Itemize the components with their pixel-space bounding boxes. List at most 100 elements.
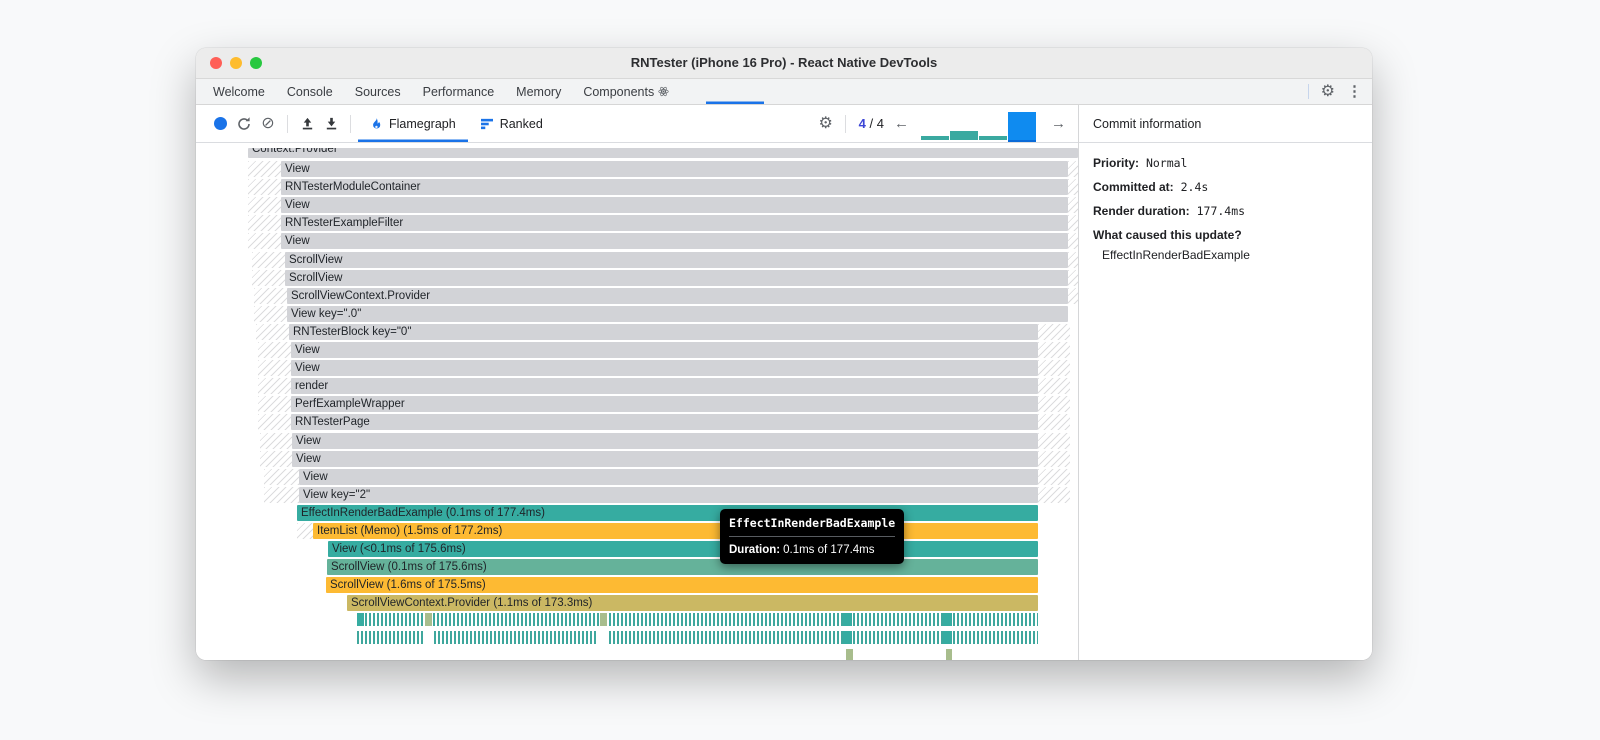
tab-console[interactable]: Console [276,79,344,104]
flame-bar[interactable]: render [291,378,1038,394]
profiler-toolbar: ⊘ Flamegraph Ranked ⚙ 4 / 4 ← → [196,105,1078,143]
tab-label: Components [583,84,655,99]
tab-sources[interactable]: Sources [344,79,412,104]
flame-bar[interactable]: RNTesterBlock key="0" [289,324,1038,340]
flame-bar[interactable]: View [281,197,1068,213]
commit-bar-1[interactable] [921,135,949,140]
flame-hatch-right [1038,451,1070,467]
flame-micro-bar-solid[interactable] [600,613,607,626]
flame-bar[interactable]: View [291,342,1038,358]
flame-bar[interactable]: ScrollView [285,270,1068,286]
tab-profiler[interactable] [706,79,764,104]
flame-bar[interactable]: RNTesterModuleContainer [281,179,1068,195]
field-value: Normal [1139,156,1188,170]
tab-flamegraph[interactable]: Flamegraph [358,105,468,142]
flame-micro-bar-solid[interactable] [843,613,852,626]
flame-micro-bars[interactable] [609,631,1038,644]
settings-gear-icon[interactable]: ⚙ [1321,83,1335,100]
flame-bar[interactable]: RNTesterExampleFilter [281,215,1068,231]
tooltip-duration-label: Duration: [729,544,781,556]
tabs-container: Welcome Console Sources Performance Memory Co… [202,79,764,104]
flame-bar[interactable]: EffectInRenderBadExample (0.1ms of 177.4… [297,505,1038,521]
commit-cause: What caused this update? EffectInRenderB… [1093,228,1358,262]
flame-micro-bar-solid[interactable] [943,631,952,644]
flame-bar-label: View [285,163,310,175]
flame-bar[interactable]: Context.Provider [248,148,1078,158]
tab-components[interactable]: Components [572,79,680,104]
toolbar-divider [350,114,351,133]
flame-hatch-left [256,324,289,340]
flame-micro-bars[interactable] [357,613,1038,626]
flame-bar-label: Context.Provider [252,148,338,155]
flame-micro-bar-solid[interactable] [843,631,852,644]
flame-leaf-bar[interactable] [946,649,952,660]
devtools-tab-bar: Welcome Console Sources Performance Memory Co… [196,79,1372,105]
kebab-menu-icon[interactable]: ⋮ [1347,84,1362,99]
reload-profile-button[interactable] [232,112,256,136]
flame-hatch-right [1068,233,1078,249]
flame-bar[interactable]: View [281,161,1068,177]
next-commit-button[interactable]: → [1047,115,1070,132]
flame-micro-bar-solid[interactable] [357,613,364,626]
flame-bar[interactable]: View [291,360,1038,376]
flame-bar[interactable]: ScrollView (0.1ms of 175.6ms) [327,559,1038,575]
flame-hatch-left [248,161,281,177]
flame-hatch-right [1038,342,1070,358]
commit-navigator: ⚙ 4 / 4 ← → [814,108,1070,140]
toolbar-divider [287,114,288,133]
flame-bar[interactable]: RNTesterPage [291,414,1038,430]
flame-bar[interactable]: View (<0.1ms of 175.6ms) [328,541,1038,557]
profiler-settings-button[interactable]: ⚙ [814,112,838,136]
prev-commit-button[interactable]: ← [890,115,913,132]
clear-profile-button[interactable]: ⊘ [256,112,280,136]
tab-memory[interactable]: Memory [505,79,572,104]
commit-info-field: Committed at: 2.4s [1093,180,1358,194]
commit-bar-4[interactable] [1008,111,1036,140]
flame-hatch-right [1068,252,1078,268]
flame-bar-label: View [295,344,320,356]
flame-bar-label: View [285,199,310,211]
flame-hatch-left [260,433,292,449]
tab-performance[interactable]: Performance [412,79,506,104]
flame-leaf-bar[interactable] [846,649,853,660]
tab-ranked[interactable]: Ranked [468,105,555,142]
tab-welcome[interactable]: Welcome [202,79,276,104]
flame-micro-bars[interactable] [357,631,423,644]
block-icon: ⊘ [261,114,275,132]
flame-hatch-left [258,360,291,376]
flame-bar[interactable]: View [299,469,1038,485]
flame-bar[interactable]: View [292,433,1038,449]
field-value: 177.4ms [1189,204,1246,218]
flame-bar[interactable]: PerfExampleWrapper [291,396,1038,412]
flame-tooltip: EffectInRenderBadExample Duration: 0.1ms … [720,509,904,564]
flame-bar[interactable]: ScrollView [285,252,1068,268]
flame-micro-bar-solid[interactable] [943,613,952,626]
field-label: Priority: [1093,156,1140,170]
flame-bar[interactable]: View key="2" [299,487,1038,503]
flame-bar[interactable]: ScrollViewContext.Provider (1.1ms of 173… [347,595,1038,611]
record-button[interactable] [208,112,232,136]
import-profile-button[interactable] [295,112,319,136]
flame-bar-label: ScrollView [289,254,343,266]
flame-bar[interactable]: ItemList (Memo) (1.5ms of 177.2ms) [313,523,1038,539]
commit-cause-component[interactable]: EffectInRenderBadExample [1093,248,1358,262]
commit-selector-chart[interactable] [921,108,1039,140]
commit-info-field: Render duration: 177.4ms [1093,204,1358,218]
flame-bar[interactable]: ScrollViewContext.Provider [287,288,1068,304]
tab-label: Performance [422,84,495,99]
flame-bar-label: RNTesterModuleContainer [285,181,421,193]
flame-hatch-left [264,469,299,485]
flame-bar[interactable]: ScrollView (1.6ms of 175.5ms) [326,577,1038,593]
export-profile-button[interactable] [319,112,343,136]
flame-bar-label: RNTesterPage [295,416,370,428]
flame-bar[interactable]: View [292,451,1038,467]
flame-hatch-right [1068,215,1078,231]
flame-bar[interactable]: View key=".0" [287,306,1068,322]
flame-bar-label: ScrollViewContext.Provider (1.1ms of 173… [351,597,593,609]
flame-hatch-left [258,396,291,412]
flame-micro-bar-solid[interactable] [425,613,432,626]
commit-bar-2[interactable] [950,130,978,140]
flame-bar[interactable]: View [281,233,1068,249]
flame-micro-bars[interactable] [434,631,598,644]
commit-bar-3[interactable] [979,135,1007,140]
